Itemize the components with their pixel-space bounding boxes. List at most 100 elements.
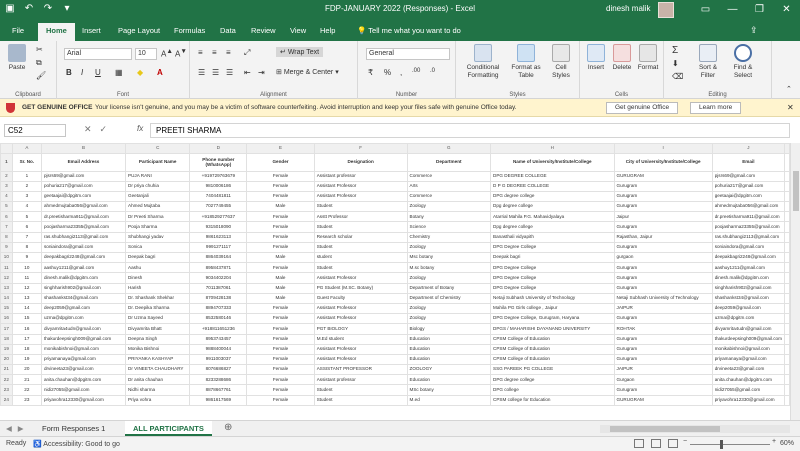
zoom-in-icon[interactable]: + bbox=[772, 438, 776, 445]
table-cell[interactable]: Guest Faculty bbox=[313, 292, 408, 304]
table-cell[interactable]: Priya vohra bbox=[125, 394, 191, 406]
table-cell[interactable]: Assistant Professor bbox=[313, 190, 408, 203]
table-cell[interactable]: Deepak bagri bbox=[125, 251, 191, 264]
table-cell[interactable]: DPG degree college bbox=[490, 374, 615, 386]
table-cell[interactable]: Assistant Professor bbox=[313, 313, 408, 325]
worksheet-grid[interactable]: A B C D E F G H I J 1 Sr. No. Email Address Participa… bbox=[0, 143, 790, 420]
table-cell[interactable]: ZOOLOGY bbox=[406, 364, 492, 376]
table-cell[interactable]: GURUGRAM bbox=[613, 394, 713, 406]
table-cell[interactable]: 16 bbox=[11, 323, 42, 335]
cell[interactable] bbox=[784, 262, 790, 274]
table-cell[interactable]: Nidhi sharma bbox=[125, 384, 191, 396]
table-cell[interactable]: 7027749455 bbox=[189, 201, 248, 213]
header-cell[interactable]: Participant Name bbox=[125, 152, 191, 172]
table-cell[interactable]: PG Student (M.SC. Botany) bbox=[313, 282, 408, 294]
table-cell[interactable]: Rajasthan, Jaipur bbox=[613, 231, 713, 243]
column-header[interactable] bbox=[784, 143, 790, 154]
header-cell[interactable]: Gender bbox=[246, 152, 315, 172]
cell[interactable] bbox=[784, 221, 790, 233]
table-cell[interactable]: ahmedmujtaba056@gmail.com bbox=[40, 201, 127, 213]
table-cell[interactable]: deepakbagri2248@gmail.com bbox=[711, 251, 786, 264]
table-cell[interactable]: Science bbox=[406, 221, 492, 233]
table-cell[interactable]: 8878667761 bbox=[189, 384, 248, 396]
column-header[interactable]: B bbox=[40, 143, 127, 154]
table-cell[interactable]: Dr VINEETA CHAUDHARY bbox=[125, 364, 191, 376]
row-number[interactable]: 2 bbox=[0, 170, 13, 182]
format-painter-icon[interactable]: 🖌 bbox=[36, 71, 46, 80]
table-cell[interactable]: Dr priya chuhia bbox=[125, 180, 191, 192]
table-cell[interactable]: 12 bbox=[11, 282, 42, 294]
cell[interactable] bbox=[784, 353, 790, 366]
table-cell[interactable]: 5 bbox=[11, 211, 42, 223]
table-cell[interactable]: 8532580146 bbox=[189, 313, 248, 325]
header-cell[interactable]: Phone number (WhatsApp) bbox=[189, 152, 248, 172]
table-cell[interactable]: Female bbox=[246, 170, 315, 182]
table-cell[interactable]: Gurugram bbox=[613, 384, 713, 396]
align-left-icon[interactable]: ☰ bbox=[198, 68, 205, 77]
table-cell[interactable]: deep2059@gmail.com bbox=[40, 302, 127, 315]
table-cell[interactable]: Dr. Deepika Sharma bbox=[125, 302, 191, 315]
table-cell[interactable]: priyavohra12330@gmail.com bbox=[711, 394, 786, 406]
table-cell[interactable]: +918529277637 bbox=[189, 211, 248, 223]
table-cell[interactable]: +919729763679 bbox=[189, 170, 248, 182]
row-number[interactable]: 21 bbox=[0, 364, 13, 376]
table-cell[interactable]: DPG DEGREE COLLEGE bbox=[490, 170, 615, 182]
table-cell[interactable]: 19 bbox=[11, 353, 42, 366]
table-cell[interactable]: Asstt Professor bbox=[313, 211, 408, 223]
wrap-text-button[interactable]: ↵ Wrap Text bbox=[276, 47, 324, 57]
table-cell[interactable]: divyamrita4udn@gmail.com bbox=[40, 323, 127, 335]
table-cell[interactable]: Female bbox=[246, 364, 315, 376]
row-number[interactable]: 16 bbox=[0, 313, 13, 325]
table-cell[interactable]: Dr anita chauhan bbox=[125, 374, 191, 386]
table-cell[interactable]: 11 bbox=[11, 272, 42, 284]
table-cell[interactable]: CPSM College of Education bbox=[490, 343, 615, 355]
table-cell[interactable]: Chemistry bbox=[406, 231, 492, 243]
page-break-view-icon[interactable] bbox=[668, 439, 678, 448]
table-cell[interactable]: 9991271117 bbox=[189, 241, 248, 254]
column-header[interactable]: J bbox=[711, 143, 786, 154]
table-cell[interactable]: 8894707333 bbox=[189, 302, 248, 315]
table-cell[interactable]: DPG degree college bbox=[490, 190, 615, 203]
table-cell[interactable]: PRIYANKA KASHYAP bbox=[125, 353, 191, 366]
table-cell[interactable]: 2 bbox=[11, 180, 42, 192]
table-cell[interactable]: ras.shubhangi2113@gmail.com bbox=[40, 231, 127, 243]
row-number[interactable]: 11 bbox=[0, 262, 13, 274]
table-cell[interactable]: Male bbox=[246, 292, 315, 304]
table-cell[interactable]: M.sc botany bbox=[406, 262, 492, 274]
table-cell[interactable]: thakurdeepsingh009@gmail.com bbox=[711, 333, 786, 345]
row-number[interactable]: 23 bbox=[0, 384, 13, 396]
table-cell[interactable]: deepakbagri2248@gmail.com bbox=[40, 251, 127, 264]
decrease-decimal-icon[interactable]: .0 bbox=[430, 68, 435, 74]
next-sheet-icon[interactable]: ▶ bbox=[18, 424, 30, 433]
close-icon[interactable]: ✕ bbox=[787, 103, 794, 112]
table-cell[interactable]: Male bbox=[246, 282, 315, 294]
column-header[interactable]: F bbox=[313, 143, 408, 154]
fill-icon[interactable]: ⬇ bbox=[672, 59, 679, 68]
table-cell[interactable]: Male bbox=[246, 251, 315, 264]
table-cell[interactable]: 7 bbox=[11, 231, 42, 243]
cell[interactable] bbox=[784, 384, 790, 396]
table-cell[interactable]: Female bbox=[246, 353, 315, 366]
table-cell[interactable]: Ahmed Mujtaba bbox=[125, 201, 191, 213]
table-cell[interactable]: SSG PAREEK PG COLLEGE bbox=[490, 364, 615, 376]
table-cell[interactable]: Deepak bagri bbox=[490, 251, 615, 264]
table-cell[interactable]: Gurgaon bbox=[613, 374, 713, 386]
font-size-select[interactable]: 10 bbox=[135, 48, 157, 60]
tab-formulas[interactable]: Formulas bbox=[174, 26, 205, 35]
table-cell[interactable]: soniaindora@gmail.com bbox=[40, 241, 127, 254]
table-cell[interactable]: Msc botany bbox=[406, 251, 492, 264]
table-cell[interactable]: Female bbox=[246, 333, 315, 345]
orientation-icon[interactable]: ⤢ bbox=[244, 48, 250, 58]
table-cell[interactable]: dinesh.malik@dpgitm.com bbox=[711, 272, 786, 284]
table-cell[interactable]: DPG Degree College bbox=[490, 272, 615, 284]
column-header[interactable]: A bbox=[11, 143, 42, 154]
row-number[interactable]: 8 bbox=[0, 231, 13, 243]
table-cell[interactable]: priyamanaya@gmail.com bbox=[711, 353, 786, 366]
table-cell[interactable]: Banasthali vidyapith bbox=[490, 231, 615, 243]
table-cell[interactable]: Female bbox=[246, 384, 315, 396]
table-cell[interactable]: JAIPUR bbox=[613, 364, 713, 376]
get-genuine-office-button[interactable]: Get genuine Office bbox=[606, 102, 679, 114]
table-cell[interactable]: M.ed bbox=[406, 394, 492, 406]
sheet-tab-form-responses[interactable]: Form Responses 1 bbox=[34, 421, 113, 436]
table-cell[interactable]: Deepna Singh bbox=[125, 333, 191, 345]
